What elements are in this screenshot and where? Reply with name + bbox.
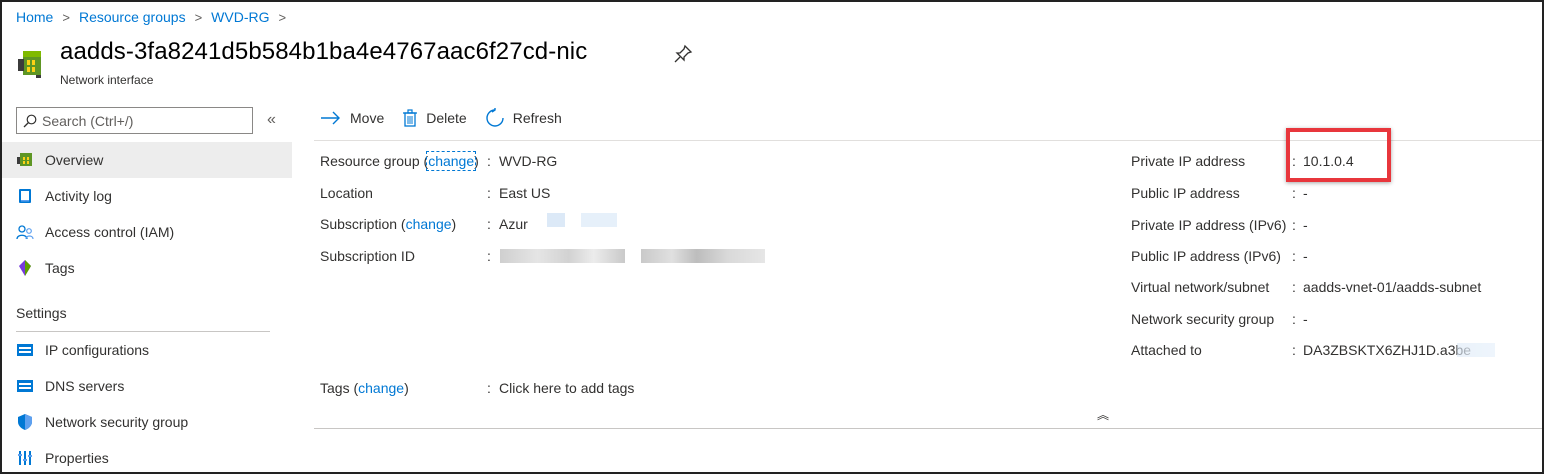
colon: : xyxy=(1292,248,1296,264)
sidebar-item-label: Activity log xyxy=(45,188,112,204)
colon: : xyxy=(487,380,491,396)
nic-icon xyxy=(16,151,34,169)
sidebar-item-label: IP configurations xyxy=(45,342,150,358)
network-interface-icon xyxy=(18,51,41,78)
dns-icon xyxy=(16,377,34,395)
subscription-id-label: Subscription ID xyxy=(320,248,415,264)
settings-header: Settings xyxy=(16,305,67,321)
public-ipv6-value: - xyxy=(1303,248,1308,264)
sidebar-item-label: Network security group xyxy=(45,414,189,430)
breadcrumb-separator: > xyxy=(194,9,203,25)
highlight-annotation xyxy=(1286,128,1391,182)
vnet-subnet-link[interactable]: aadds-vnet-01/aadds-subnet xyxy=(1303,279,1481,295)
properties-icon xyxy=(16,449,34,467)
colon: : xyxy=(487,185,491,201)
tags-label: Tags (change) xyxy=(320,380,409,396)
subscription-label: Subscription (change) xyxy=(320,216,457,232)
activity-log-icon xyxy=(16,187,34,205)
sidebar-item-label: Access control (IAM) xyxy=(45,224,175,240)
essentials-divider xyxy=(314,428,1542,429)
colon: : xyxy=(487,216,491,232)
sidebar-item-properties[interactable]: Properties xyxy=(2,440,292,474)
shield-icon xyxy=(16,413,34,431)
delete-button[interactable]: Delete xyxy=(402,109,467,127)
sidebar-item-network-security-group[interactable]: Network security group xyxy=(2,404,292,440)
breadcrumb-separator: > xyxy=(62,9,70,25)
breadcrumb-separator: > xyxy=(278,9,287,25)
change-subscription-link[interactable]: change xyxy=(406,216,452,232)
sidebar-item-label: DNS servers xyxy=(45,378,125,394)
search-input[interactable] xyxy=(42,112,242,129)
breadcrumb: Home > Resource groups > WVD-RG > xyxy=(16,9,295,25)
sidebar-item-label: Overview xyxy=(45,152,104,168)
private-ip-label: Private IP address xyxy=(1131,153,1246,169)
pin-icon[interactable] xyxy=(673,44,693,64)
resource-group-label: Resource group (change) xyxy=(320,151,479,171)
arrow-right-icon xyxy=(321,111,340,125)
colon: : xyxy=(1292,217,1296,233)
sidebar-item-label: Tags xyxy=(45,260,75,276)
breadcrumb-home[interactable]: Home xyxy=(16,9,53,25)
redacted-text xyxy=(1457,343,1495,357)
sidebar-item-dns-servers[interactable]: DNS servers xyxy=(2,368,292,404)
redacted-text xyxy=(500,249,625,263)
sidebar-item-access-control[interactable]: Access control (IAM) xyxy=(2,214,292,250)
attached-to-link[interactable]: DA3ZBSKTX6ZHJ1D.a3be xyxy=(1303,342,1471,358)
refresh-button[interactable]: Refresh xyxy=(485,108,562,128)
sidebar-item-tags[interactable]: Tags xyxy=(2,250,292,286)
private-ipv6-value: - xyxy=(1303,217,1308,233)
move-button[interactable]: Move xyxy=(320,110,384,126)
public-ipv6-label: Public IP address (IPv6) xyxy=(1131,248,1281,264)
change-resource-group-link[interactable]: change xyxy=(426,151,477,171)
page-title: aadds-3fa8241d5b584b1ba4e4767aac6f27cd-n… xyxy=(60,38,588,65)
collapse-essentials-button[interactable]: ︽ xyxy=(1097,406,1109,423)
colon: : xyxy=(1292,279,1296,295)
colon: : xyxy=(487,153,491,169)
sidebar-item-overview[interactable]: Overview xyxy=(2,142,292,178)
redacted-text xyxy=(547,213,565,227)
nsg-label: Network security group xyxy=(1131,311,1275,327)
collapse-sidebar-button[interactable]: « xyxy=(267,111,276,129)
vnet-subnet-label: Virtual network/subnet xyxy=(1131,279,1270,295)
colon: : xyxy=(1292,311,1296,327)
breadcrumb-resource-groups[interactable]: Resource groups xyxy=(79,9,186,25)
refresh-label: Refresh xyxy=(512,110,562,126)
search-box[interactable] xyxy=(16,107,253,134)
redacted-text xyxy=(581,213,617,227)
iam-icon xyxy=(16,223,34,241)
sidebar-item-activity-log[interactable]: Activity log xyxy=(2,178,292,214)
colon: : xyxy=(1292,185,1296,201)
public-ip-value: - xyxy=(1303,185,1308,201)
public-ip-label: Public IP address xyxy=(1131,185,1240,201)
location-value: East US xyxy=(499,185,551,201)
command-bar: Move Delete Refresh xyxy=(320,108,580,128)
breadcrumb-wvd-rg[interactable]: WVD-RG xyxy=(211,9,269,25)
move-label: Move xyxy=(350,110,385,126)
delete-label: Delete xyxy=(426,110,467,126)
sidebar-item-ip-configurations[interactable]: IP configurations xyxy=(2,332,292,368)
location-label: Location xyxy=(320,185,373,201)
ip-config-icon xyxy=(16,341,34,359)
tag-icon xyxy=(16,259,34,277)
refresh-icon xyxy=(486,108,504,127)
colon: : xyxy=(487,248,491,264)
resource-group-value[interactable]: WVD-RG xyxy=(499,153,557,169)
resource-type: Network interface xyxy=(60,73,154,87)
private-ipv6-label: Private IP address (IPv6) xyxy=(1131,217,1287,233)
trash-icon xyxy=(403,109,418,127)
change-tags-link[interactable]: change xyxy=(358,380,404,396)
search-icon xyxy=(23,114,37,127)
sidebar-item-label: Properties xyxy=(45,450,109,466)
add-tags-link[interactable]: Click here to add tags xyxy=(499,380,634,396)
attached-to-label: Attached to xyxy=(1131,342,1202,358)
nsg-value: - xyxy=(1303,311,1308,327)
subscription-value[interactable]: Azur xyxy=(499,216,528,232)
redacted-text xyxy=(641,249,765,263)
colon: : xyxy=(1292,342,1296,358)
